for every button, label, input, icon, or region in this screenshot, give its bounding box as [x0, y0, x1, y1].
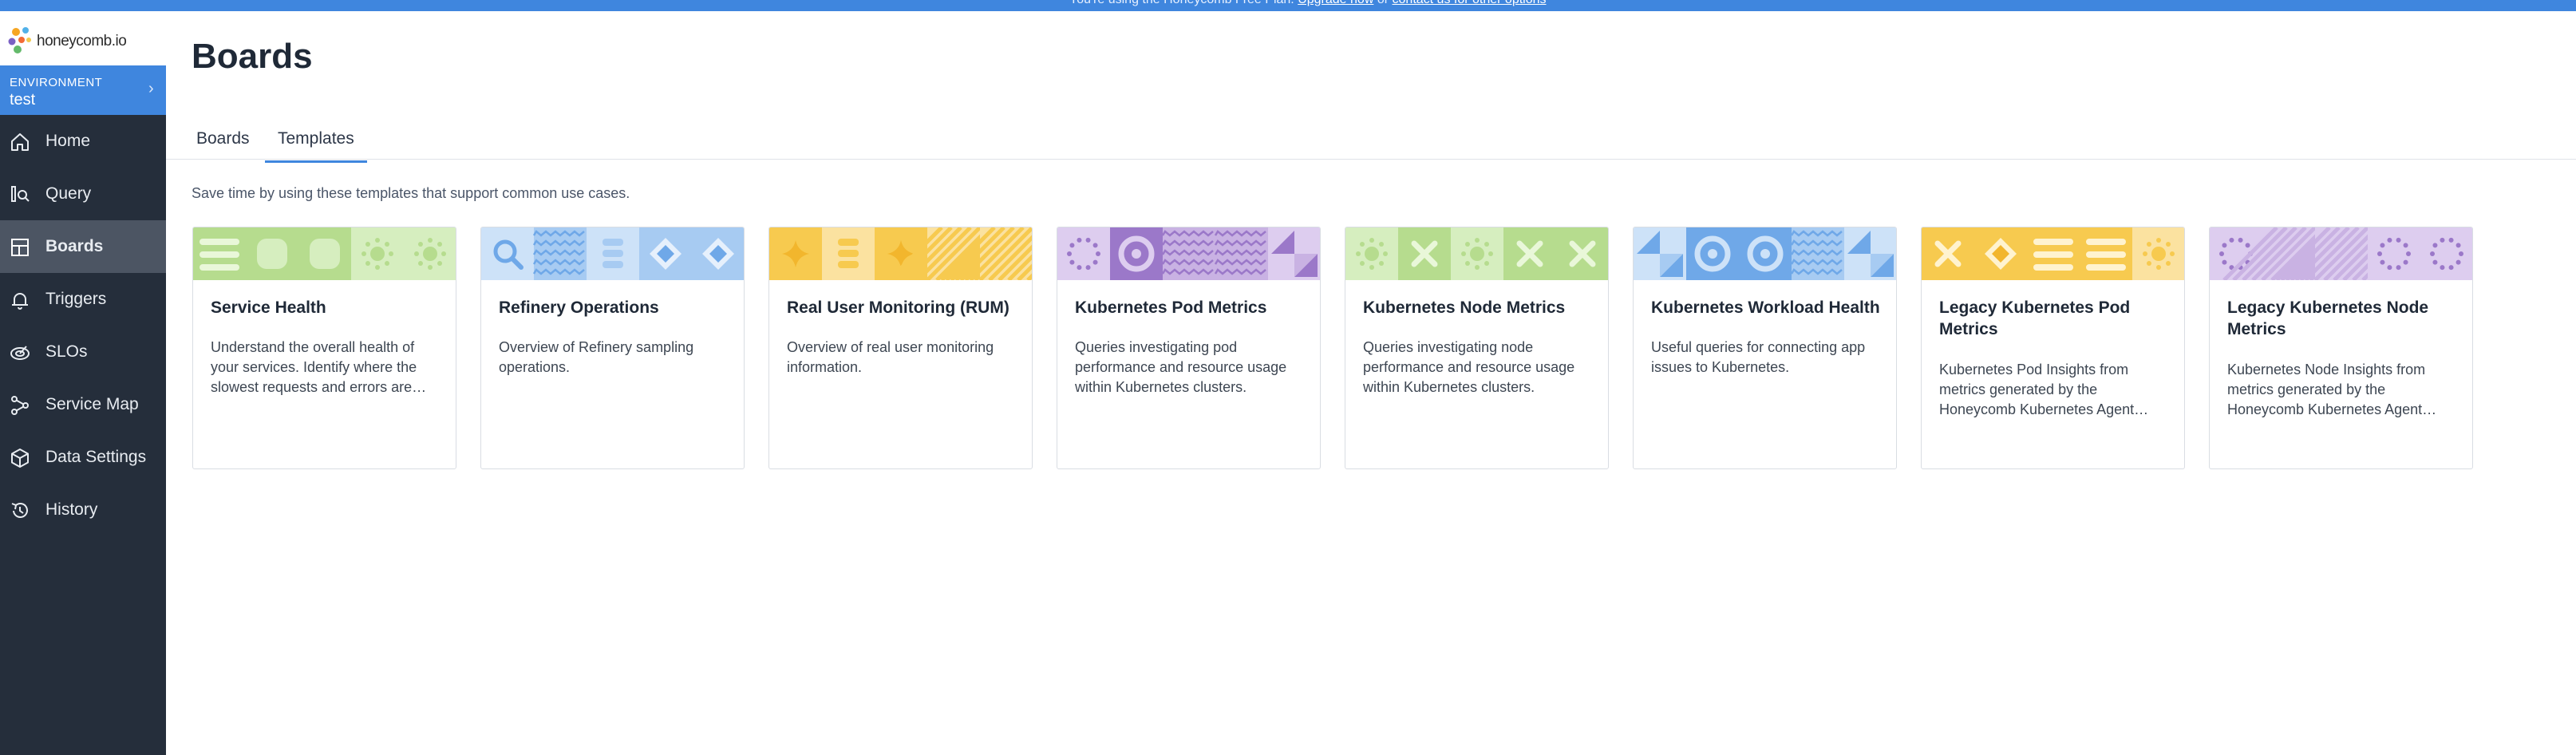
- template-card-description: Kubernetes Node Insights from metrics ge…: [2227, 362, 2437, 417]
- template-banner-pattern-icon: [1634, 227, 1896, 280]
- template-card-real-user-monitoring-rum[interactable]: Real User Monitoring (RUM) Overview of re…: [768, 227, 1033, 469]
- honeycomb-logo[interactable]: honeycomb.io: [0, 11, 166, 65]
- main-content: Boards Boards Templates Save time by usi…: [166, 11, 2576, 755]
- sidebar-item-label: Service Map: [45, 395, 139, 413]
- sidebar-item-label: History: [45, 500, 98, 519]
- page-title: Boards: [192, 37, 313, 76]
- home-icon: [11, 133, 29, 151]
- template-card-refinery-operations[interactable]: Refinery Operations Overview of Refinery …: [480, 227, 745, 469]
- template-card-kubernetes-workload-health[interactable]: Kubernetes Workload Health Useful queries…: [1633, 227, 1897, 469]
- template-banner-pattern-icon: [1057, 227, 1320, 280]
- template-card-title: Legacy Kubernetes Pod Metrics: [1939, 298, 2131, 338]
- sidebar-item-home[interactable]: Home: [0, 115, 166, 168]
- template-card-service-health[interactable]: Service Health Understand the overall hea…: [192, 227, 456, 469]
- sidebar-item-triggers[interactable]: Triggers: [0, 273, 166, 326]
- template-card-title: Kubernetes Node Metrics: [1363, 298, 1566, 317]
- template-card-legacy-kubernetes-pod-metrics[interactable]: Legacy Kubernetes Pod Metrics Kubernetes …: [1921, 227, 2185, 469]
- tab-bar: Boards Templates: [166, 115, 2576, 163]
- sidebar-item-label: Boards: [45, 237, 104, 255]
- contact-link[interactable]: contact us for other options: [1393, 0, 1547, 6]
- plan-banner-text: You're using the Honeycomb Free Plan. Up…: [1069, 0, 1547, 7]
- plan-banner: You're using the Honeycomb Free Plan. Up…: [0, 0, 2576, 11]
- environment-label: ENVIRONMENT: [10, 76, 103, 89]
- template-banner-pattern-icon: [193, 227, 456, 280]
- template-card-description: Queries investigating pod performance an…: [1075, 339, 1287, 395]
- cube-icon: [11, 449, 29, 468]
- template-card-kubernetes-node-metrics[interactable]: Kubernetes Node Metrics Queries investiga…: [1345, 227, 1609, 469]
- template-card-description: Queries investigating node performance a…: [1363, 339, 1575, 395]
- history-icon: [11, 503, 28, 518]
- tab-boards[interactable]: Boards: [196, 129, 250, 148]
- templates-intro: Save time by using these templates that …: [192, 185, 630, 201]
- sidebar-item-label: SLOs: [45, 342, 88, 361]
- sidebar-item-service-map[interactable]: Service Map: [0, 378, 166, 431]
- tab-templates[interactable]: Templates: [265, 129, 367, 163]
- upgrade-link[interactable]: Upgrade now: [1298, 0, 1373, 6]
- environment-value: test: [10, 91, 36, 109]
- sidebar-item-slos[interactable]: SLOs: [0, 326, 166, 378]
- boards-icon: [11, 239, 29, 256]
- template-card-description: Overview of real user monitoring informa…: [787, 339, 994, 375]
- sidebar-item-label: Data Settings: [45, 448, 147, 466]
- logo-text: honeycomb.io: [37, 33, 127, 49]
- template-banner-pattern-icon: [1345, 227, 1608, 280]
- template-card-title: Refinery Operations: [499, 298, 659, 317]
- template-card-description: Useful queries for connecting app issues…: [1651, 339, 1866, 375]
- template-card-title: Real User Monitoring (RUM): [787, 298, 1009, 317]
- plan-banner-message: You're using the Honeycomb Free Plan.: [1069, 0, 1294, 6]
- template-banner-pattern-icon: [1922, 227, 2184, 280]
- template-banner-pattern-icon: [2210, 227, 2472, 280]
- bell-icon: [12, 293, 28, 310]
- sidebar-item-history[interactable]: History: [0, 484, 166, 536]
- template-banner-pattern-icon: [769, 227, 1032, 280]
- sidebar-item-label: Triggers: [45, 290, 107, 308]
- sidebar-item-data-settings[interactable]: Data Settings: [0, 431, 166, 484]
- template-card-title: Kubernetes Workload Health: [1651, 298, 1880, 317]
- template-card-description: Kubernetes Pod Insights from metrics gen…: [1939, 362, 2149, 417]
- sidebar-item-boards[interactable]: Boards: [0, 220, 166, 273]
- template-card-title: Kubernetes Pod Metrics: [1075, 298, 1267, 317]
- template-card-title: Legacy Kubernetes Node Metrics: [2227, 298, 2429, 338]
- service-map-icon: [11, 396, 29, 415]
- environment-selector[interactable]: ENVIRONMENT test ›: [0, 65, 166, 115]
- slo-icon: [10, 346, 30, 360]
- template-banner-pattern-icon: [481, 227, 744, 280]
- sidebar-item-query[interactable]: Query: [0, 168, 166, 220]
- template-card-legacy-kubernetes-node-metrics[interactable]: Legacy Kubernetes Node Metrics Kubernetes…: [2209, 227, 2473, 469]
- plan-banner-or: or: [1377, 0, 1389, 6]
- honeycomb-logo-icon: [8, 27, 31, 53]
- chevron-right-icon: ›: [148, 80, 154, 97]
- sidebar-nav: Home Query Boards Triggers SLOs Service Map Da…: [0, 115, 166, 536]
- sidebar-item-label: Home: [45, 132, 91, 150]
- template-card-kubernetes-pod-metrics[interactable]: Kubernetes Pod Metrics Queries investigat…: [1057, 227, 1321, 469]
- template-card-description: Understand the overall health of your se…: [211, 339, 427, 395]
- template-card-title: Service Health: [211, 298, 326, 317]
- sidebar-item-label: Query: [45, 184, 92, 203]
- sidebar: honeycomb.io ENVIRONMENT test › Home Quer…: [0, 11, 166, 755]
- template-card-description: Overview of Refinery sampling operations…: [499, 339, 694, 375]
- query-icon: [11, 186, 30, 202]
